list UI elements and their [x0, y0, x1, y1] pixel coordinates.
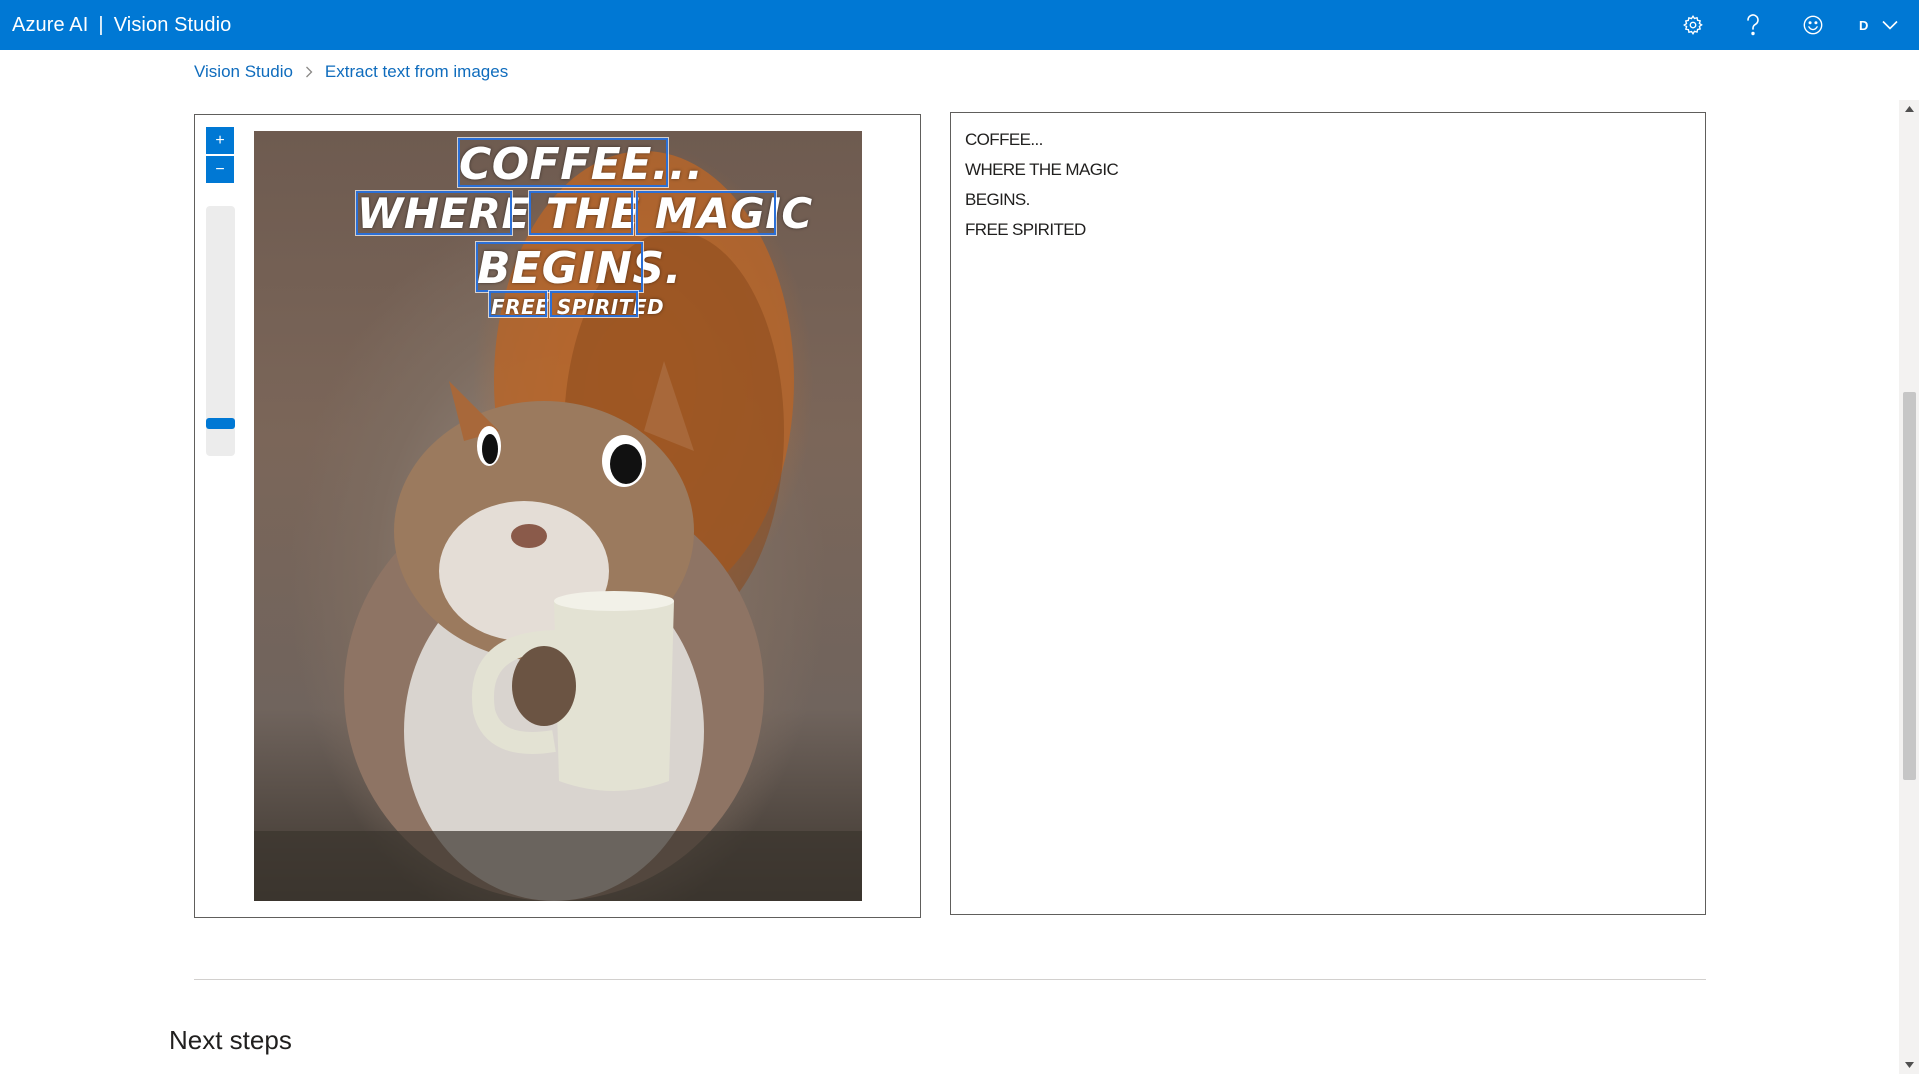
extracted-text-line: WHERE THE MAGIC — [965, 160, 1119, 179]
ocr-word-box-the[interactable] — [529, 191, 633, 235]
zoom-slider-thumb[interactable] — [206, 418, 235, 429]
ocr-word-box-magic[interactable] — [636, 191, 776, 235]
ocr-word-box-coffee[interactable] — [458, 138, 668, 187]
extracted-text-panel: COFFEE... WHERE THE MAGIC BEGINS. FREE S… — [950, 112, 1706, 915]
page-scrollbar[interactable] — [1899, 100, 1919, 1074]
settings-gear-icon — [1683, 15, 1703, 35]
feedback-smiley-icon — [1803, 15, 1823, 35]
brand-name: Azure AI — [12, 13, 89, 36]
breadcrumb-chevron-icon — [305, 66, 313, 78]
extracted-text-line: FREE SPIRITED — [965, 220, 1086, 239]
ocr-word-box-begins[interactable] — [476, 242, 643, 292]
breadcrumb-current-page[interactable]: Extract text from images — [325, 62, 508, 82]
zoom-slider[interactable] — [206, 206, 235, 456]
ocr-word-box-free[interactable] — [489, 291, 547, 317]
account-menu-button[interactable]: D — [1843, 0, 1919, 50]
analyzed-image: COFFEE... WHERE THE MAGIC BEGINS. FREE S… — [254, 131, 862, 901]
zoom-out-button[interactable]: − — [206, 156, 234, 183]
help-question-icon — [1747, 14, 1759, 36]
settings-button[interactable] — [1663, 0, 1723, 50]
scroll-down-arrow-icon[interactable] — [1899, 1056, 1919, 1074]
app-title[interactable]: Azure AI | Vision Studio — [12, 0, 231, 50]
section-divider — [194, 979, 1706, 980]
breadcrumb: Vision Studio Extract text from images — [194, 62, 508, 82]
ocr-word-box-spirited[interactable] — [550, 291, 638, 317]
zoom-in-button[interactable]: + — [206, 127, 234, 154]
feedback-button[interactable] — [1783, 0, 1843, 50]
extracted-text-line: BEGINS. — [965, 190, 1030, 209]
topbar-actions: D — [1663, 0, 1919, 50]
avatar: D — [1859, 17, 1869, 33]
scrollbar-thumb[interactable] — [1903, 392, 1916, 780]
chevron-down-icon — [1882, 20, 1898, 30]
top-navigation-bar: Azure AI | Vision Studio D — [0, 0, 1919, 50]
brand-separator: | — [98, 13, 104, 36]
ocr-word-box-where[interactable] — [356, 191, 512, 235]
extracted-text-line: COFFEE... — [965, 130, 1043, 149]
breadcrumb-vision-studio-link[interactable]: Vision Studio — [194, 62, 293, 82]
app-name: Vision Studio — [113, 13, 232, 36]
next-steps-heading: Next steps — [169, 1025, 292, 1055]
scroll-up-arrow-icon[interactable] — [1899, 100, 1919, 118]
help-button[interactable] — [1723, 0, 1783, 50]
image-viewer-panel: + − COFFEE... WHERE THE MAGIC BEGINS. FR… — [194, 114, 921, 918]
